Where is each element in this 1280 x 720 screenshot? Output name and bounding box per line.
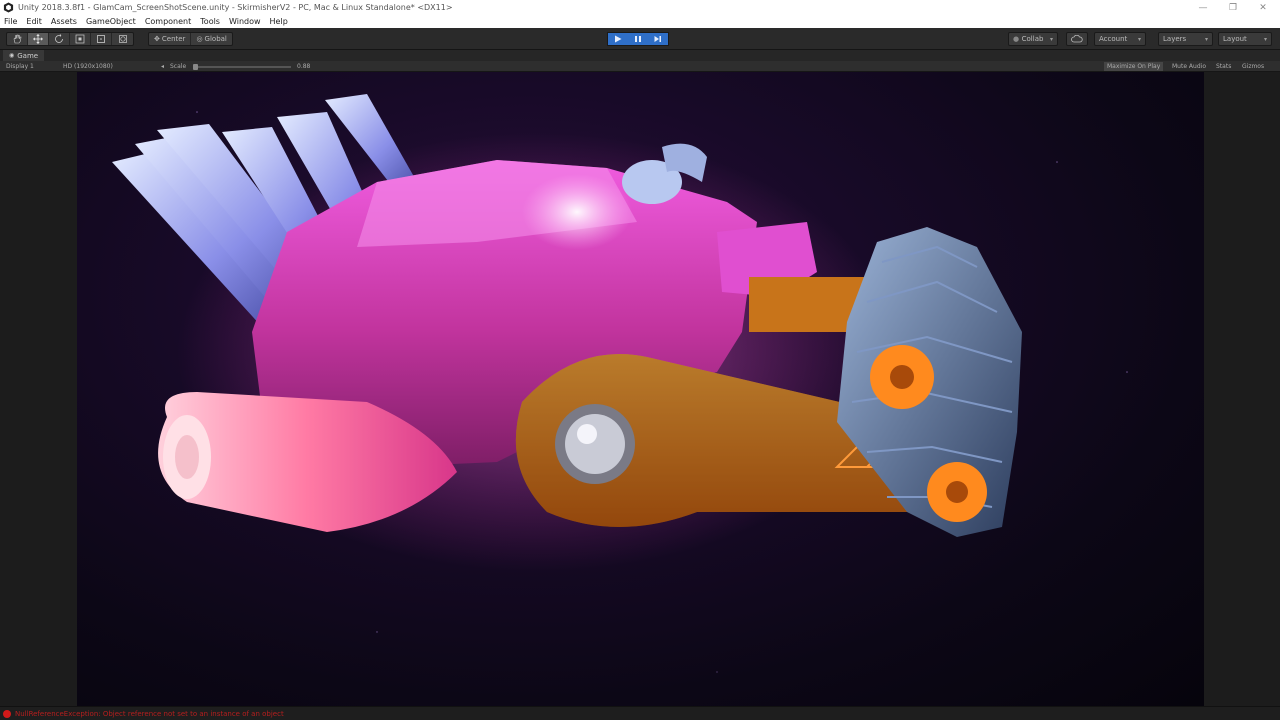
pause-button[interactable] <box>628 33 648 45</box>
game-view-controls: Display 1 HD (1920x1080) ◂ Scale 0.88 Ma… <box>0 61 1280 72</box>
rect-icon <box>97 35 105 43</box>
mute-audio-toggle[interactable]: Mute Audio <box>1169 62 1209 71</box>
menu-help[interactable]: Help <box>270 17 288 26</box>
status-bar[interactable]: NullReferenceException: Object reference… <box>0 706 1280 720</box>
pivot-label: Center <box>161 35 186 43</box>
maximize-button[interactable]: ❐ <box>1218 0 1248 15</box>
panel-tab-bar: ◉ Game <box>0 50 1280 61</box>
layers-dropdown[interactable]: Layers ▾ <box>1158 32 1213 46</box>
cloud-button[interactable] <box>1066 32 1088 46</box>
unity-logo-icon <box>3 2 14 13</box>
step-button[interactable] <box>648 33 668 45</box>
step-icon <box>654 36 661 42</box>
transform-icon <box>118 35 127 43</box>
layout-dropdown[interactable]: Layout ▾ <box>1218 32 1272 46</box>
robot-render <box>112 94 1128 673</box>
scale-icon <box>75 34 85 44</box>
scale-tool-button[interactable] <box>70 33 91 45</box>
hand-icon <box>13 34 22 44</box>
menu-file[interactable]: File <box>4 17 17 26</box>
main-toolbar: ✥ Center ◎ Global ● Collab ▾ Account ▾ L… <box>0 28 1280 50</box>
transform-tools <box>6 32 134 46</box>
space-label: Global <box>204 35 227 43</box>
pivot-controls: ✥ Center ◎ Global <box>148 32 233 46</box>
resolution-dropdown[interactable]: HD (1920x1080) <box>63 63 113 70</box>
collab-check-icon: ● <box>1013 35 1020 43</box>
maximize-on-play-toggle[interactable]: Maximize On Play <box>1104 62 1164 71</box>
pause-icon <box>635 36 641 42</box>
play-button[interactable] <box>608 33 628 45</box>
scale-label: Scale <box>170 63 187 70</box>
rect-tool-button[interactable] <box>91 33 112 45</box>
account-label: Account <box>1099 35 1128 43</box>
play-icon <box>615 35 622 43</box>
window-title: Unity 2018.3.8f1 - GlamCam_ScreenShotSce… <box>18 3 453 12</box>
collab-dropdown[interactable]: ● Collab ▾ <box>1008 32 1058 46</box>
menu-window[interactable]: Window <box>229 17 261 26</box>
close-window-button[interactable]: ✕ <box>1248 0 1278 15</box>
account-dropdown[interactable]: Account ▾ <box>1094 32 1146 46</box>
scale-slider-handle[interactable] <box>193 64 198 70</box>
layout-label: Layout <box>1223 35 1247 43</box>
console-error-message[interactable]: NullReferenceException: Object reference… <box>15 710 284 718</box>
menu-bar: File Edit Assets GameObject Component To… <box>0 15 1280 28</box>
menu-tools[interactable]: Tools <box>200 17 220 26</box>
stats-toggle[interactable]: Stats <box>1213 62 1234 71</box>
play-controls <box>607 32 669 46</box>
chevron-down-icon: ▾ <box>1049 35 1053 43</box>
move-tool-button[interactable] <box>28 33 49 45</box>
gizmos-dropdown[interactable]: Gizmos <box>1239 62 1267 71</box>
game-tab-icon: ◉ <box>9 52 15 59</box>
chevron-down-icon: ▾ <box>1137 35 1141 43</box>
display-dropdown[interactable]: Display 1 <box>6 63 34 70</box>
menu-edit[interactable]: Edit <box>26 17 42 26</box>
cloud-icon <box>1071 35 1083 43</box>
rotate-tool-button[interactable] <box>49 33 70 45</box>
close-icon: ✕ <box>1259 2 1267 13</box>
collab-label: Collab <box>1021 35 1044 43</box>
game-viewport[interactable] <box>77 72 1204 706</box>
chevron-down-icon: ▾ <box>1263 35 1267 43</box>
menu-assets[interactable]: Assets <box>51 17 77 26</box>
transform-tool-button[interactable] <box>112 33 133 45</box>
move-icon <box>33 34 43 44</box>
hand-tool-button[interactable] <box>7 33 28 45</box>
restore-icon: ❐ <box>1228 2 1238 13</box>
scale-arrow-icon: ◂ <box>161 63 165 70</box>
minimize-icon: — <box>1198 2 1208 13</box>
space-global-toggle[interactable]: ◎ Global <box>191 33 231 45</box>
scale-value: 0.88 <box>297 63 311 70</box>
tab-game-label: Game <box>17 51 39 60</box>
pivot-icon: ✥ <box>154 35 160 43</box>
minimize-button[interactable]: — <box>1188 0 1218 15</box>
rotate-icon <box>55 34 63 43</box>
chevron-down-icon: ▾ <box>1204 35 1208 43</box>
pivot-center-toggle[interactable]: ✥ Center <box>149 33 192 45</box>
layers-label: Layers <box>1163 35 1187 43</box>
tab-game[interactable]: ◉ Game <box>3 50 45 61</box>
scale-slider[interactable] <box>193 66 291 68</box>
globe-icon: ◎ <box>196 35 203 43</box>
window-titlebar: Unity 2018.3.8f1 - GlamCam_ScreenShotSce… <box>0 0 1280 15</box>
error-icon <box>3 709 11 718</box>
menu-component[interactable]: Component <box>145 17 191 26</box>
menu-gameobject[interactable]: GameObject <box>86 17 136 26</box>
